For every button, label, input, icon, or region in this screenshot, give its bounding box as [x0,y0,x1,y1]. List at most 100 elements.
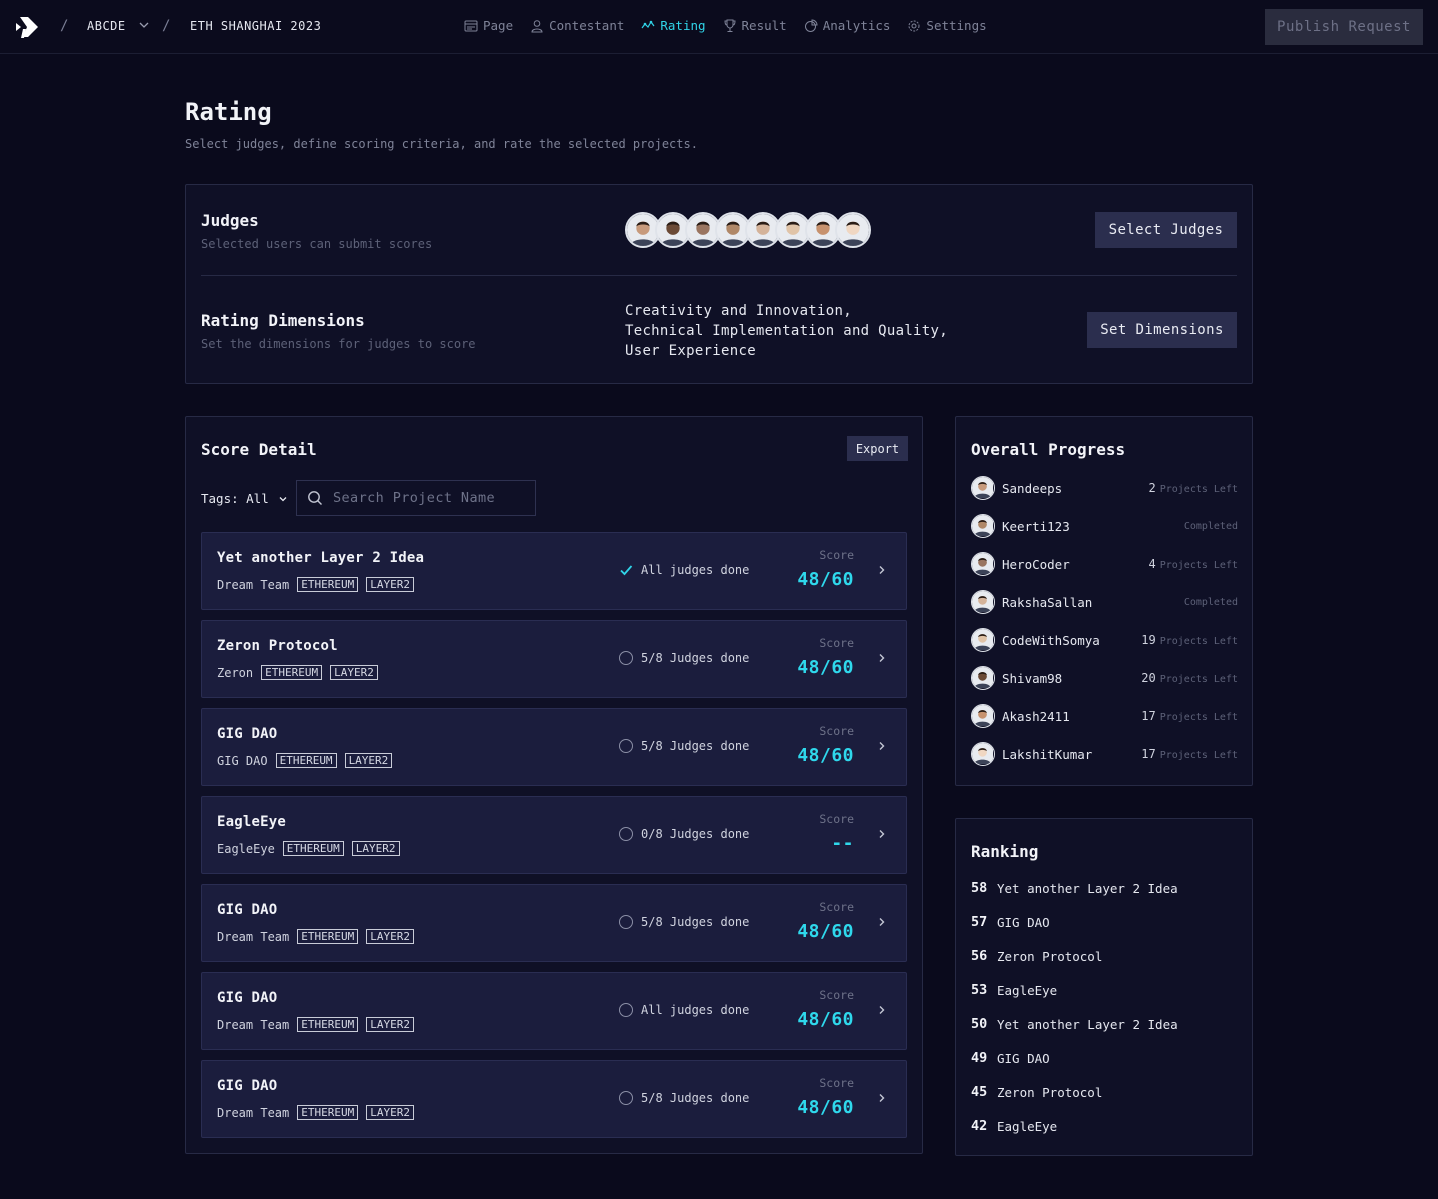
tab-contestant[interactable]: Contestant [530,18,624,33]
team-name: Dream Team [217,1017,290,1032]
tab-settings[interactable]: Settings [907,18,987,33]
page-icon [464,20,478,31]
tab-rating-label: Rating [660,18,706,33]
tab-page[interactable]: Page [464,18,513,33]
project-row[interactable]: GIG DAO Dream Team ETHEREUM LAYER2 5/8 Judge… [201,1060,907,1138]
face-icon [972,477,993,498]
ranking-score: 45 [971,1084,988,1100]
ranking-project-name: EagleEye [997,982,1058,998]
project-name: EagleEye [217,814,287,830]
page-title: Rating [185,98,272,126]
team-name: EagleEye [217,841,275,856]
project-tag: LAYER2 [330,665,378,680]
team-name: Zeron [217,665,254,680]
judging-status-label: 5/8 Judges done [641,651,750,665]
breadcrumb-event[interactable]: ETH SHANGHAI 2023 [190,19,321,33]
chevron-right-icon[interactable] [878,652,886,667]
tab-analytics[interactable]: Analytics [804,18,891,33]
score-value: -- [831,833,854,854]
project-tag: LAYER2 [344,753,393,768]
tags-filter[interactable]: Tags: All [201,491,287,506]
check-icon [620,565,633,576]
judge-progress-row: Sandeeps 2 Projects Left [971,475,1238,501]
judge-name: CodeWithSomya [1002,632,1100,648]
projects-left-suffix: Projects Left [1159,560,1238,571]
project-tag: ETHEREUM [261,665,323,680]
ranking-score: 50 [971,1016,988,1032]
export-button[interactable]: Export [847,436,908,461]
tab-result[interactable]: Result [723,18,787,33]
score-label: Score [819,900,854,914]
projects-left: 2 Projects Left [1148,481,1238,495]
publish-request-button[interactable]: Publish Request [1265,9,1423,45]
overall-progress-card: Overall Progress Sandeeps 2 Projects Left K… [955,416,1253,786]
score-label: Score [819,724,854,738]
search-input[interactable] [333,490,523,506]
chevron-right-icon[interactable] [878,740,886,755]
project-row[interactable]: GIG DAO Dream Team ETHEREUM LAYER2 All judge… [201,972,907,1050]
dimension-list: Creativity and Innovation, Technical Imp… [625,301,948,361]
team-name: GIG DAO [217,753,268,768]
ranking-score: 56 [971,948,988,964]
judges-title: Judges [201,211,259,230]
ranking-item: 49 GIG DAO [971,1050,1050,1066]
ranking-project-name: GIG DAO [997,914,1050,930]
chevron-right-icon[interactable] [878,916,886,931]
project-tag: ETHEREUM [297,1017,359,1032]
ranking-item: 53 EagleEye [971,982,1057,998]
ranking-score: 49 [971,1050,988,1066]
set-dimensions-button[interactable]: Set Dimensions [1087,312,1237,348]
projects-left: 19 Projects Left [1141,633,1238,647]
judging-status-label: 5/8 Judges done [641,1091,750,1105]
chevron-right-icon[interactable] [878,828,886,843]
tab-contestant-label: Contestant [549,18,625,33]
ranking-score: 53 [971,982,988,998]
project-row[interactable]: EagleEye EagleEye ETHEREUM LAYER2 0/8 Judges… [201,796,907,874]
judging-status-label: 5/8 Judges done [641,915,750,929]
tab-result-label: Result [741,18,787,33]
ranking-project-name: Zeron Protocol [997,948,1103,964]
project-meta: Dream Team ETHEREUM LAYER2 [217,1105,414,1120]
search-box[interactable] [296,480,536,516]
face-icon [972,743,993,764]
judging-status-label: All judges done [641,1003,750,1017]
score-value: 48/60 [797,745,854,766]
judge-name: Akash2411 [1002,708,1070,724]
pending-circle-icon [619,1003,633,1017]
chevron-right-icon[interactable] [878,1004,886,1019]
avatar [971,704,995,728]
tab-rating[interactable]: Rating [641,18,706,33]
tab-analytics-label: Analytics [822,18,891,33]
select-judges-button[interactable]: Select Judges [1095,212,1237,248]
judge-progress-row: Akash2411 17 Projects Left [971,703,1238,729]
project-tag: LAYER2 [366,577,414,592]
project-row[interactable]: GIG DAO Dream Team ETHEREUM LAYER2 5/8 Judge… [201,884,907,962]
chevron-right-icon[interactable] [878,1092,886,1107]
judge-avatar[interactable] [835,212,871,248]
ranking-item: 58 Yet another Layer 2 Idea [971,880,1178,896]
judging-status-label: 5/8 Judges done [641,739,750,753]
dimension-item: Creativity and Innovation, [625,303,852,319]
logo-icon[interactable] [14,14,40,40]
top-bar: / ABCDE / ETH SHANGHAI 2023 Page Contest… [0,0,1438,54]
avatar [971,590,995,614]
chevron-right-icon[interactable] [878,564,886,579]
judging-status: 0/8 Judges done [619,827,749,841]
score-label: Score [819,636,854,650]
trophy-icon [724,19,736,32]
project-tag: ETHEREUM [297,929,359,944]
breadcrumb-org[interactable]: ABCDE [87,19,149,33]
project-row[interactable]: GIG DAO GIG DAO ETHEREUM LAYER2 5/8 Judges d… [201,708,907,786]
ranking-title: Ranking [971,842,1039,861]
project-row[interactable]: Zeron Protocol Zeron ETHEREUM LAYER2 5/8 Jud… [201,620,907,698]
pending-circle-icon [619,651,633,665]
projects-left-count: 20 [1141,671,1156,685]
team-name: Dream Team [217,577,290,592]
judge-name: Shivam98 [1002,670,1063,686]
judging-status: All judges done [619,563,749,577]
score-detail-title: Score Detail [201,440,317,459]
project-row[interactable]: Yet another Layer 2 Idea Dream Team ETHERE… [201,532,907,610]
ranking-score: 42 [971,1118,988,1134]
judge-avatar-group[interactable] [625,212,871,248]
project-tag: LAYER2 [366,1105,414,1120]
